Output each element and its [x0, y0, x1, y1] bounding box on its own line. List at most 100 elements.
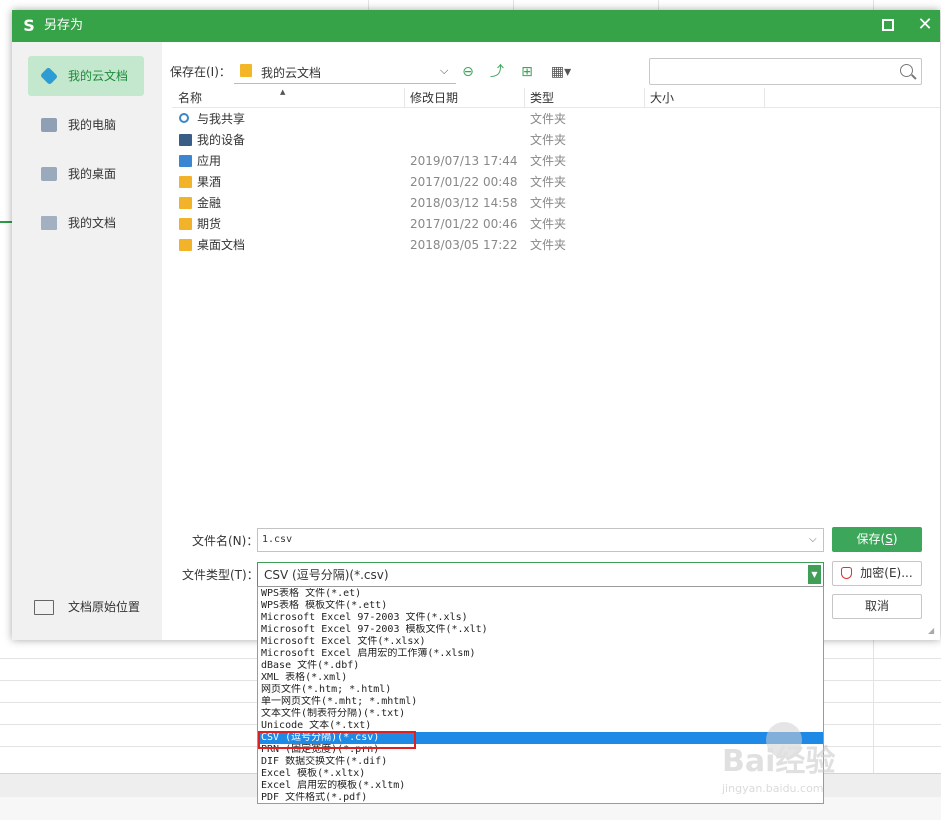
- file-name: 与我共享: [197, 112, 246, 126]
- filetype-option[interactable]: Microsoft Excel 启用宏的工作簿(*.xlsm): [258, 648, 823, 660]
- file-row-futures[interactable]: 期货 2017/01/22 00:46 文件夹: [172, 214, 812, 235]
- sidebar-item-desktop[interactable]: 我的桌面: [28, 154, 144, 194]
- computer-icon: [41, 118, 57, 132]
- save-button[interactable]: 保存(S): [832, 527, 922, 552]
- sidebar-item-label: 我的桌面: [68, 167, 117, 181]
- annotation-highlight-box: [258, 731, 416, 749]
- chevron-down-icon: ⌵: [440, 64, 449, 77]
- file-date: 2019/07/13 17:44: [410, 154, 518, 168]
- sidebar-item-documents[interactable]: 我的文档: [28, 203, 144, 243]
- sort-ascending-icon: ▲: [280, 88, 286, 96]
- filename-value: 1.csv: [262, 534, 293, 545]
- file-row-device[interactable]: 我的设备 文件夹: [172, 130, 812, 151]
- file-row-desktop-docs[interactable]: 桌面文档 2018/03/05 17:22 文件夹: [172, 235, 812, 256]
- share-icon: [179, 113, 189, 123]
- file-date: 2017/01/22 00:46: [410, 217, 518, 231]
- view-menu-icon[interactable]: ▦▾: [547, 62, 575, 82]
- cancel-button[interactable]: 取消: [832, 594, 922, 619]
- save-as-dialog: S 另存为 ✕ 我的云文档 我的电脑 我的桌面 我的文档 文档原始位置 保存在(…: [12, 10, 940, 640]
- device-icon: [179, 134, 192, 146]
- filename-label: 文件名(N)：: [192, 534, 259, 548]
- folder-icon: [179, 239, 192, 251]
- file-row-app[interactable]: 应用 2019/07/13 17:44 文件夹: [172, 151, 812, 172]
- sidebar-item-label: 我的云文档: [68, 69, 129, 83]
- watermark-url: jingyan.baidu.com: [722, 782, 824, 795]
- filetype-label: 文件类型(T)：: [182, 568, 259, 582]
- encrypt-button[interactable]: 加密(E)...: [832, 561, 922, 586]
- column-header-date[interactable]: 修改日期: [404, 88, 524, 108]
- filetype-option[interactable]: WPS表格 模板文件(*.ett): [258, 600, 823, 612]
- sidebar-item-computer[interactable]: 我的电脑: [28, 105, 144, 145]
- filetype-option[interactable]: XML 表格(*.xml): [258, 672, 823, 684]
- sidebar-item-label: 我的电脑: [68, 118, 117, 132]
- encrypt-button-label: 加密(E)...: [860, 566, 913, 580]
- column-header-type[interactable]: 类型: [524, 88, 644, 108]
- file-name: 果酒: [197, 175, 222, 189]
- file-type: 文件夹: [530, 133, 567, 147]
- folder-icon: [240, 64, 252, 77]
- filetype-option[interactable]: 单一网页文件(*.mht; *.mhtml): [258, 696, 823, 708]
- app-folder-icon: [179, 155, 192, 167]
- file-type: 文件夹: [530, 154, 567, 168]
- desktop-icon: [41, 167, 57, 181]
- back-icon[interactable]: ⊖: [458, 62, 478, 82]
- file-date: 2018/03/12 14:58: [410, 196, 518, 210]
- file-row-fruit-wine[interactable]: 果酒 2017/01/22 00:48 文件夹: [172, 172, 812, 193]
- file-type: 文件夹: [530, 238, 567, 252]
- column-separator[interactable]: [764, 88, 765, 108]
- dialog-titlebar: S 另存为 ✕: [12, 10, 940, 42]
- filetype-option[interactable]: dBase 文件(*.dbf): [258, 660, 823, 672]
- filetype-select[interactable]: CSV (逗号分隔)(*.csv) ▼: [257, 562, 824, 587]
- close-button[interactable]: ✕: [914, 14, 936, 36]
- filetype-option[interactable]: Microsoft Excel 文件(*.xlsx): [258, 636, 823, 648]
- sidebar: 我的云文档 我的电脑 我的桌面 我的文档 文档原始位置: [12, 42, 162, 640]
- save-in-dropdown[interactable]: 我的云文档 ⌵: [234, 60, 456, 84]
- column-header-size[interactable]: 大小: [644, 88, 764, 108]
- chevron-down-icon[interactable]: ▼: [808, 565, 821, 584]
- column-header-name[interactable]: 名称: [172, 88, 402, 108]
- filetype-option[interactable]: Microsoft Excel 97-2003 模板文件(*.xlt): [258, 624, 823, 636]
- original-location-link[interactable]: 文档原始位置: [32, 597, 157, 617]
- file-name: 期货: [197, 217, 222, 231]
- filetype-value: CSV (逗号分隔)(*.csv): [264, 568, 389, 582]
- file-name: 金融: [197, 196, 222, 210]
- baidu-jingyan-watermark: Bai经验 jingyan.baidu.com: [722, 722, 890, 802]
- filetype-option[interactable]: WPS表格 文件(*.et): [258, 588, 823, 600]
- shield-icon: [841, 567, 853, 579]
- search-input[interactable]: [649, 58, 922, 85]
- file-date: 2017/01/22 00:48: [410, 175, 518, 189]
- sidebar-item-label: 我的文档: [68, 216, 117, 230]
- dialog-title: 另存为: [44, 18, 84, 33]
- new-folder-icon[interactable]: ⊞: [517, 62, 537, 82]
- filetype-option[interactable]: Microsoft Excel 97-2003 文件(*.xls): [258, 612, 823, 624]
- filetype-option[interactable]: 文本文件(制表符分隔)(*.txt): [258, 708, 823, 720]
- wps-logo-icon: S: [23, 16, 35, 35]
- save-in-value: 我的云文档: [261, 66, 322, 80]
- resize-grip-icon[interactable]: ◢: [928, 626, 934, 636]
- save-in-label: 保存在(I)：: [170, 65, 231, 79]
- parent-folder-icon[interactable]: ⤴: [487, 62, 507, 82]
- cloud-docs-icon: [39, 66, 59, 86]
- original-location-label: 文档原始位置: [68, 600, 141, 614]
- file-date: 2018/03/05 17:22: [410, 238, 518, 252]
- chevron-down-icon[interactable]: ⌵: [809, 534, 817, 546]
- file-row-finance[interactable]: 金融 2018/03/12 14:58 文件夹: [172, 193, 812, 214]
- maximize-button[interactable]: [882, 19, 894, 31]
- file-list-header: 名称 ▲ 修改日期 类型 大小: [172, 88, 940, 108]
- documents-icon: [41, 216, 57, 230]
- save-button-label-end: ): [892, 532, 898, 546]
- save-button-shortcut: S: [885, 532, 893, 546]
- file-type: 文件夹: [530, 196, 567, 210]
- filename-field[interactable]: 1.csv ⌵: [257, 528, 824, 552]
- file-type: 文件夹: [530, 112, 567, 126]
- folder-icon: [179, 176, 192, 188]
- file-type: 文件夹: [530, 175, 567, 189]
- sheet-active-row-marker: [0, 221, 12, 223]
- sidebar-item-cloud-docs[interactable]: 我的云文档: [28, 56, 144, 96]
- folder-icon: [179, 218, 192, 230]
- file-row-shared[interactable]: 与我共享 文件夹: [172, 109, 812, 130]
- folder-icon: [179, 197, 192, 209]
- search-icon: [900, 64, 913, 77]
- filetype-option[interactable]: 网页文件(*.htm; *.html): [258, 684, 823, 696]
- watermark-brand: Bai经验: [722, 744, 836, 779]
